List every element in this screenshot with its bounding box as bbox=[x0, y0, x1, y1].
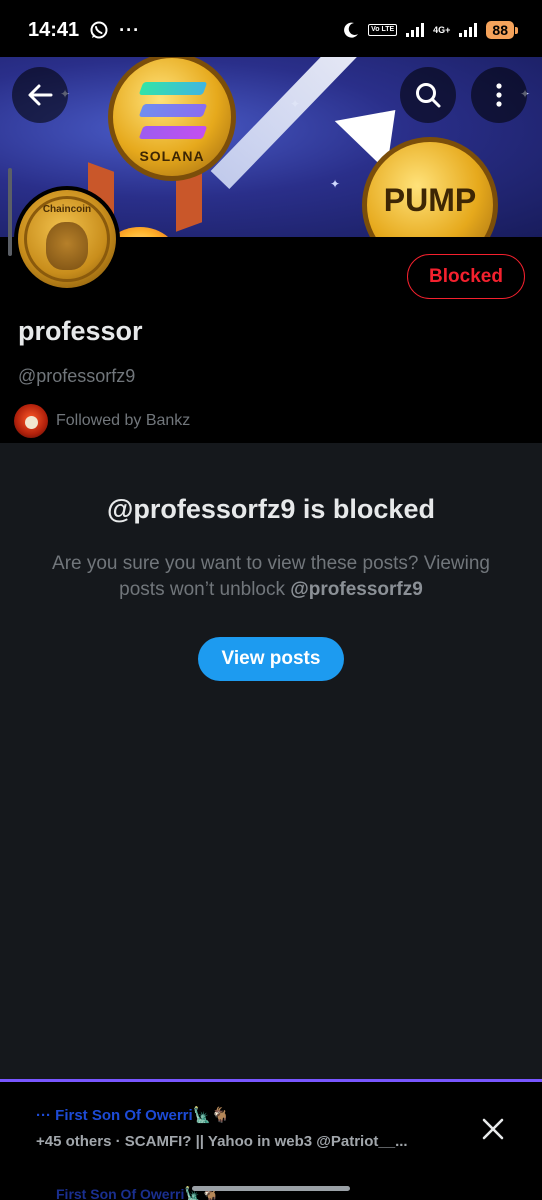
more-notifications-icon: ··· bbox=[119, 19, 141, 40]
blocked-notice-panel bbox=[0, 443, 542, 1079]
followed-by-row[interactable]: Followed by Bankz bbox=[14, 404, 190, 438]
scroll-indicator bbox=[8, 168, 12, 256]
back-button[interactable] bbox=[12, 67, 68, 123]
search-icon bbox=[416, 83, 441, 108]
signal-icon-2 bbox=[458, 22, 478, 38]
moon-icon bbox=[342, 21, 360, 39]
blocked-notice-body: Are you sure you want to view these post… bbox=[40, 551, 502, 603]
status-right: Vo LTE 4G+ 88 bbox=[342, 21, 518, 39]
close-notification-button[interactable] bbox=[478, 1114, 508, 1144]
status-left: 14:41 ··· bbox=[28, 19, 140, 42]
blocked-notice-title: @professorfz9 is blocked bbox=[107, 494, 435, 524]
search-button[interactable] bbox=[400, 67, 456, 123]
arrow-left-icon bbox=[28, 84, 53, 106]
blocked-notice-text: Are you sure you want to view these post… bbox=[52, 553, 490, 600]
sparkle-icon: ✦ bbox=[330, 177, 341, 191]
network-type: 4G+ bbox=[433, 25, 451, 35]
battery-indicator: 88 bbox=[486, 21, 518, 39]
view-posts-button[interactable]: View posts bbox=[198, 637, 344, 681]
notification-title[interactable]: ··· First Son Of Owerri🗽🐐 bbox=[36, 1106, 230, 1124]
cat-graphic bbox=[46, 222, 88, 270]
more-options-button[interactable] bbox=[471, 67, 527, 123]
display-name: professor bbox=[18, 316, 143, 346]
more-vertical-icon bbox=[496, 83, 502, 107]
follower-avatar bbox=[14, 404, 48, 438]
solana-coin: SOLANA bbox=[108, 57, 236, 181]
blocked-notice-handle: @professorfz9 bbox=[290, 579, 423, 600]
status-bar: 14:41 ··· Vo LTE 4G+ 88 bbox=[0, 0, 542, 60]
avatar-coin-text: Chaincoin bbox=[42, 204, 92, 215]
volte-icon: Vo LTE bbox=[368, 24, 398, 36]
whatsapp-icon bbox=[89, 20, 109, 40]
home-indicator[interactable] bbox=[192, 1186, 350, 1191]
status-time: 14:41 bbox=[28, 18, 80, 41]
signal-icon bbox=[405, 22, 425, 38]
solana-coin-label: SOLANA bbox=[139, 148, 205, 164]
user-handle: @professorfz9 bbox=[18, 366, 136, 386]
close-icon bbox=[482, 1118, 504, 1140]
notification-subtitle[interactable]: +45 others · SCAMFI? || Yahoo in web3 @P… bbox=[36, 1133, 408, 1150]
profile-avatar[interactable]: Chaincoin bbox=[14, 186, 120, 292]
pump-coin-label: PUMP bbox=[383, 182, 477, 218]
blocked-button[interactable]: Blocked bbox=[407, 254, 525, 299]
followed-by-text: Followed by Bankz bbox=[56, 412, 191, 429]
